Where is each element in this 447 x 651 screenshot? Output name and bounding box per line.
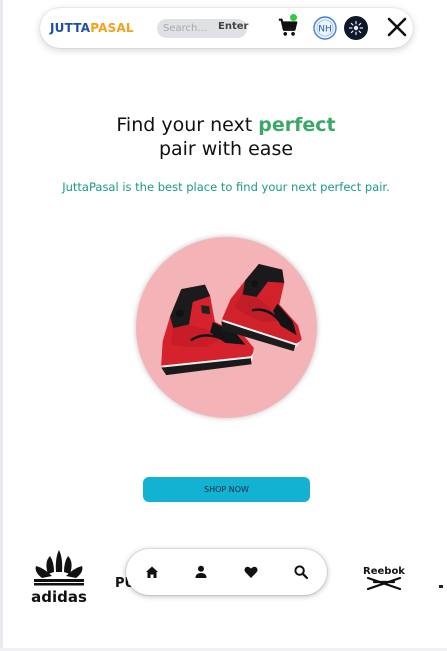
brand-logo-partial — [439, 585, 443, 588]
top-navbar: JUTTAPASAL Enter NH — [40, 8, 413, 48]
svg-text:NH: NH — [318, 25, 332, 35]
hero-image — [136, 237, 317, 418]
svg-text:adidas: adidas — [31, 588, 87, 606]
shop-now-button[interactable]: SHOP NOW — [143, 477, 310, 502]
headline-text-line2: pair with ease — [158, 138, 294, 160]
home-icon[interactable] — [144, 564, 160, 580]
bottom-navbar — [126, 549, 327, 595]
adidas-logo: adidas — [31, 550, 87, 606]
hero-headline: Find your next perfect pair with ease — [0, 113, 447, 161]
avatar-icon[interactable]: NH — [313, 16, 337, 40]
reebok-logo: Reebok — [363, 566, 405, 591]
user-icon[interactable] — [193, 564, 209, 580]
search-enter-button[interactable]: Enter — [218, 21, 248, 32]
cart-badge — [290, 14, 297, 21]
hero-subheadline: JuttaPasal is the best place to find you… — [62, 180, 390, 194]
logo-part-2: PASAL — [90, 21, 134, 35]
search-input[interactable] — [163, 21, 213, 36]
page-edge — [0, 0, 3, 651]
heart-icon[interactable] — [243, 564, 259, 580]
headline-text: Find your next — [116, 114, 259, 136]
headline-accent: perfect — [258, 114, 336, 136]
search-icon[interactable] — [293, 564, 309, 580]
brand-logo[interactable]: JUTTAPASAL — [50, 21, 134, 35]
search-box: Enter — [157, 19, 248, 38]
theme-toggle-icon[interactable] — [344, 16, 368, 40]
svg-text:Reebok: Reebok — [363, 566, 405, 577]
sneaker-illustration — [161, 264, 302, 376]
logo-part-1: JUTTA — [50, 21, 91, 35]
close-icon[interactable] — [385, 15, 409, 39]
